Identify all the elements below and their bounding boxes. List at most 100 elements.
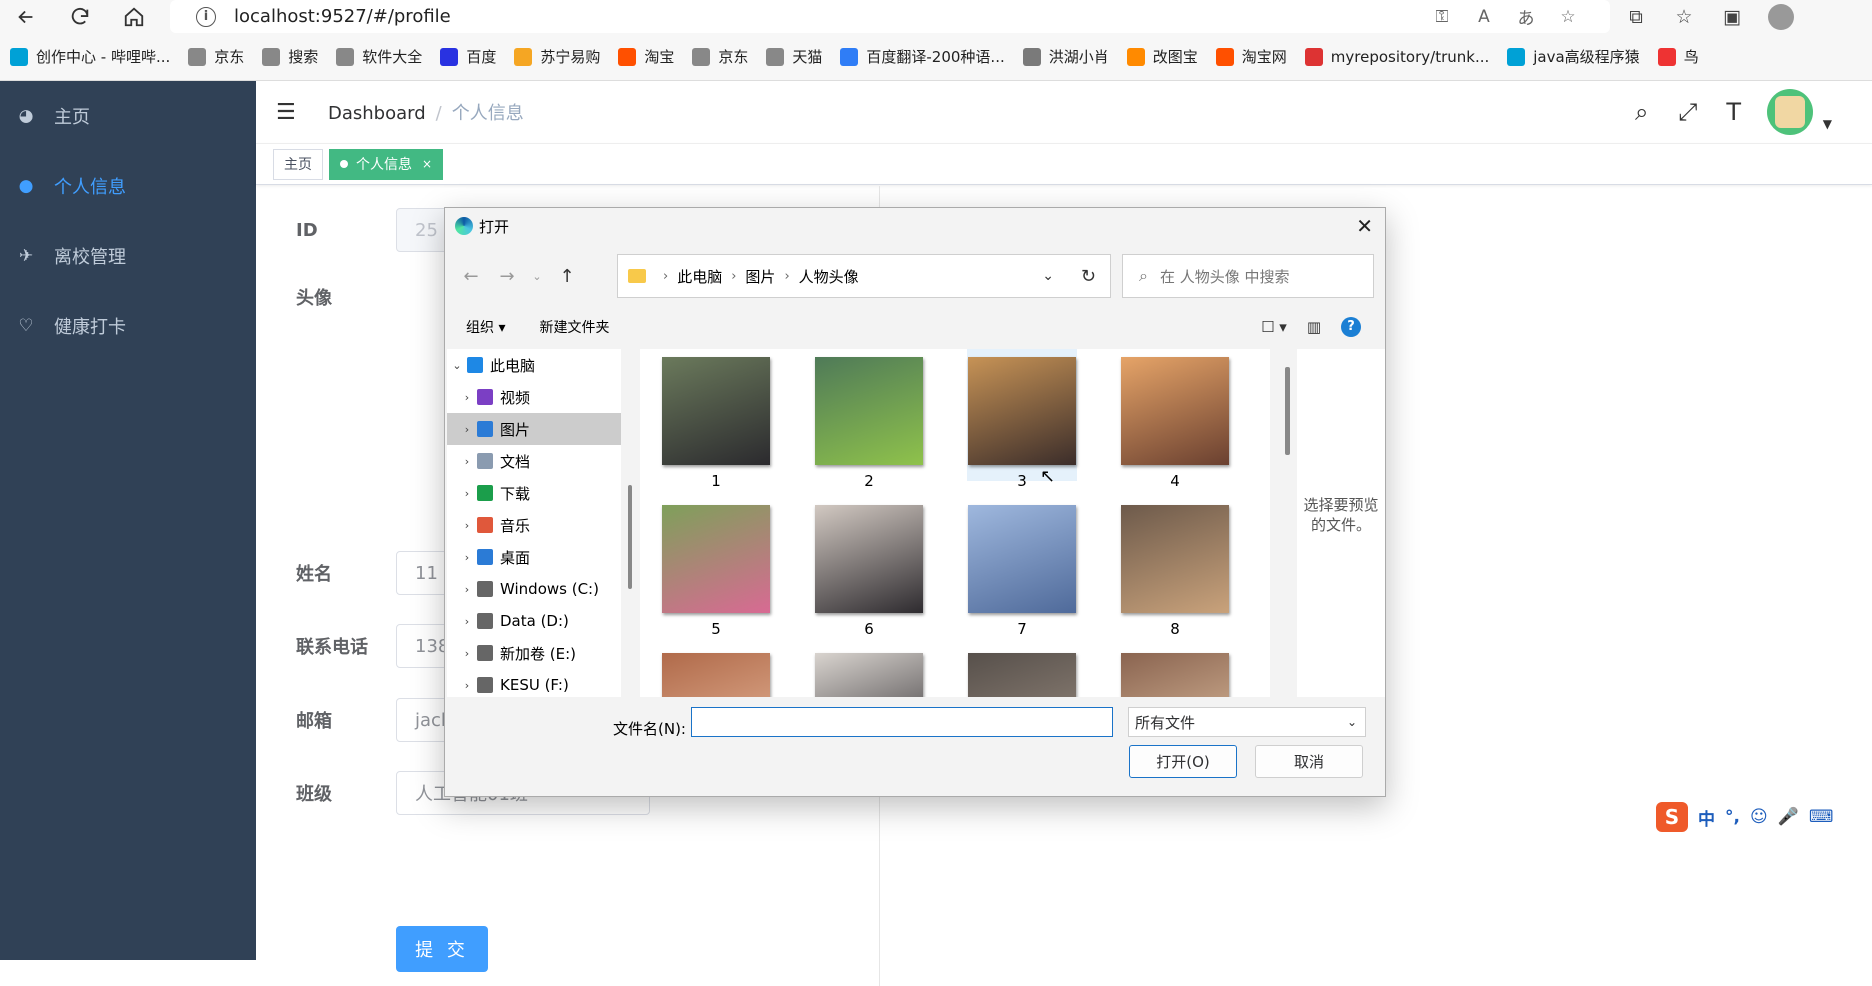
chevron-down-icon[interactable]: ⌄ [1042,268,1054,284]
submit-button[interactable]: 提 交 [396,926,488,972]
chevron-right-icon[interactable]: › [457,423,477,436]
search-input[interactable]: ⌕ 在 人物头像 中搜索 [1122,254,1374,298]
chevron-down-icon[interactable]: ⌄ [525,270,549,283]
close-icon[interactable]: × [422,157,432,171]
back-icon[interactable] [10,1,42,33]
up-icon[interactable]: ↑ [549,266,585,287]
forward-icon[interactable]: → [489,266,525,287]
bookmark-item[interactable]: 京东 [692,46,748,67]
tree-item[interactable]: › Windows (C:) [447,573,621,605]
chevron-right-icon[interactable]: › [457,583,477,596]
file-item[interactable]: 2 [814,349,924,490]
refresh-icon[interactable] [64,1,96,33]
bookmark-item[interactable]: 淘宝网 [1215,46,1287,67]
chevron-right-icon[interactable]: › [457,647,477,660]
sidebar-item-leave-management[interactable]: ✈ 离校管理 [0,221,256,291]
bookmark-item[interactable]: 创作中心 - 哔哩哔... [10,46,170,67]
refresh-icon[interactable]: ↻ [1081,266,1096,287]
sidebar-item-home[interactable]: ◕ 主页 [0,81,256,151]
microphone-icon[interactable]: 🎤 [1778,807,1799,827]
organize-button[interactable]: 组织 ▾ [466,317,505,337]
file-item[interactable]: 6 [814,497,924,638]
tree-item[interactable]: › Data (D:) [447,605,621,637]
favorites-icon[interactable]: ☆ [1672,6,1696,28]
avatar[interactable] [1766,89,1813,135]
bookmark-item[interactable]: 洪湖小肖 [1022,46,1109,67]
bookmark-item[interactable]: 改图宝 [1126,46,1198,67]
bookmark-item[interactable]: 京东 [188,46,244,67]
tree-item[interactable]: › 视频 [447,381,621,413]
translate-icon[interactable]: あ [1514,4,1538,29]
cancel-button[interactable]: 取消 [1255,745,1363,778]
chevron-right-icon[interactable]: › [457,487,477,500]
bookmark-item[interactable]: 百度翻译-200种语... [840,46,1005,67]
tree-item[interactable]: › 文档 [447,445,621,477]
new-folder-button[interactable]: 新建文件夹 [539,317,609,337]
chevron-right-icon[interactable]: › [457,391,477,404]
help-icon[interactable]: ? [1341,317,1361,337]
home-icon[interactable] [118,1,150,33]
file-item[interactable] [814,645,924,697]
read-aloud-icon[interactable]: A [1472,7,1496,27]
file-item[interactable] [1120,645,1230,697]
hamburger-icon[interactable]: ☰ [276,100,298,125]
tag-home[interactable]: 主页 [273,148,323,180]
preview-pane-icon[interactable]: ▥ [1307,318,1321,336]
favorite-add-icon[interactable]: ☆ [1556,7,1580,27]
punctuation-icon[interactable]: °, [1725,807,1740,827]
info-icon[interactable]: i [196,6,216,27]
collections-icon[interactable]: ▣ [1720,6,1744,28]
sidebar-item-health-checkin[interactable]: ♡ 健康打卡 [0,291,256,361]
caret-down-icon[interactable]: ▼ [1823,117,1832,131]
file-item[interactable]: 4 [1120,349,1230,490]
filename-input[interactable] [691,707,1113,737]
file-item[interactable]: 7 [967,497,1077,638]
file-item[interactable]: 3 [967,349,1077,490]
tree-item[interactable]: › 下载 [447,477,621,509]
ime-mode[interactable]: 中 [1698,805,1715,830]
profile-avatar-icon[interactable] [1768,3,1794,30]
file-item[interactable]: 5 [661,497,771,638]
back-icon[interactable]: ← [453,266,489,287]
file-item[interactable]: 8 [1120,497,1230,638]
bookmark-item[interactable]: 天猫 [766,46,822,67]
tree-item[interactable]: › KESU (F:) [447,669,621,697]
tree-item[interactable]: ⌄ 此电脑 [447,349,621,381]
bookmark-item[interactable]: 百度 [440,46,496,67]
bookmark-item[interactable]: 搜索 [262,46,318,67]
sogou-logo-icon[interactable]: S [1656,802,1688,832]
bookmark-item[interactable]: 鸟 [1657,46,1699,67]
bookmark-item[interactable]: 淘宝 [618,46,674,67]
tree-scrollbar[interactable] [625,349,635,697]
path-segment[interactable]: 此电脑 [677,266,722,287]
breadcrumb-root[interactable]: Dashboard [328,103,426,124]
file-scrollbar[interactable] [1281,349,1295,697]
tag-profile[interactable]: 个人信息 × [329,148,444,180]
path-bar[interactable]: › 此电脑 › 图片 › 人物头像 ⌄ ↻ [617,254,1111,298]
url-text[interactable]: localhost:9527/#/profile [234,6,451,27]
view-icon[interactable]: ☐ ▾ [1261,318,1287,336]
bookmark-item[interactable]: myrepository/trunk... [1304,47,1489,66]
emoji-icon[interactable]: ☺ [1750,807,1768,827]
path-segment[interactable]: 图片 [745,266,775,287]
tree-item[interactable]: › 音乐 [447,509,621,541]
open-button[interactable]: 打开(O) [1129,745,1237,778]
font-size-icon[interactable]: T [1721,98,1747,126]
bookmark-item[interactable]: java高级程序猿 [1507,46,1640,67]
fullscreen-icon[interactable]: ⤢ [1675,98,1701,126]
address-bar[interactable]: i localhost:9527/#/profile ⚿ A あ ☆ [170,0,1610,33]
extensions-icon[interactable]: ⧉ [1624,6,1648,28]
sidebar-item-profile[interactable]: ● 个人信息 [0,151,256,221]
bookmark-item[interactable]: 苏宁易购 [514,46,600,67]
key-icon[interactable]: ⚿ [1430,7,1454,27]
tree-item[interactable]: › 新加卷 (E:) [447,637,621,669]
chevron-right-icon[interactable]: › [457,615,477,628]
path-segment[interactable]: 人物头像 [799,266,859,287]
chevron-right-icon[interactable]: › [457,551,477,564]
chevron-right-icon[interactable]: › [457,455,477,468]
chevron-right-icon[interactable]: › [457,519,477,532]
file-item[interactable] [661,645,771,697]
file-item[interactable] [967,645,1077,697]
bookmark-item[interactable]: 软件大全 [336,46,422,67]
search-icon[interactable]: ⌕ [1629,98,1655,126]
